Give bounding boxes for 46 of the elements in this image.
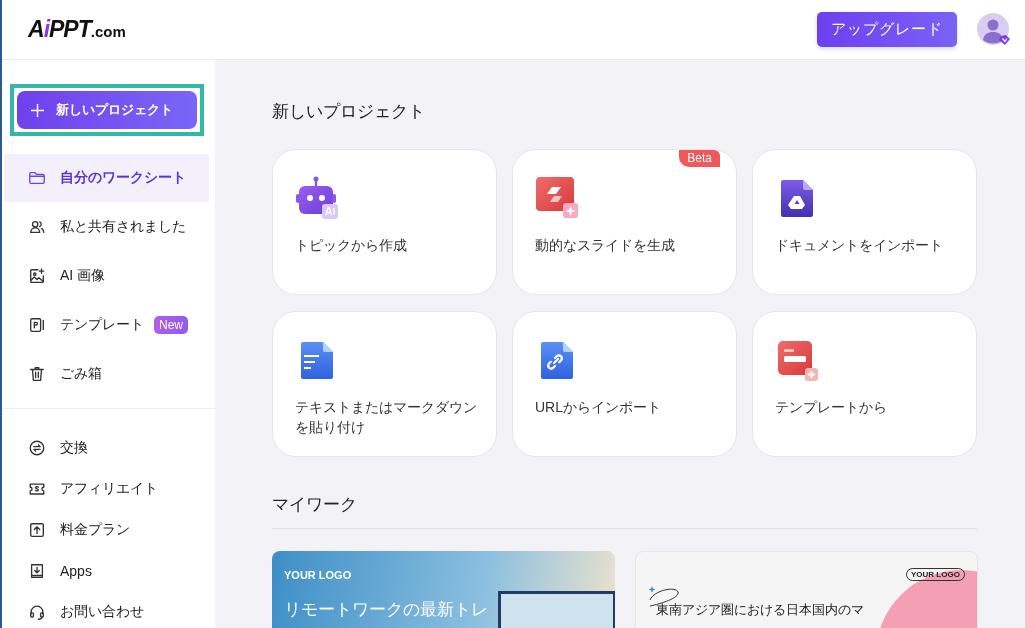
avatar-icon[interactable] [977,12,1011,47]
download-icon [28,561,46,580]
project-option-card[interactable]: テンプレートから [752,311,977,457]
slide-title: 東南アジア圏における日本国内のマ [656,601,864,619]
section-title: 新しいプロジェクト [272,101,426,123]
sidebar-item[interactable]: テンプレート New [4,301,209,349]
sidebar-item[interactable]: AI 画像 [4,252,209,300]
project-option-card[interactable]: テキストまたはマークダウンを貼り付け [272,311,497,457]
template-icon [28,316,46,334]
exchange-icon [28,438,46,457]
card-label: テキストまたはマークダウンを貼り付け [295,398,478,437]
plus-icon [31,103,44,117]
upgrade-button[interactable]: アップグレード [817,12,957,47]
project-option-card[interactable]: ドキュメントをインポート [752,149,977,295]
sidebar-item[interactable]: 料金プラン [4,509,209,550]
upload-icon [28,520,46,539]
sidebar-item[interactable]: 交換 [4,427,209,468]
card-label: トピックから作成 [295,236,408,255]
sidebar-item[interactable]: Apps [4,550,209,591]
new-project-button[interactable]: 新しいプロジェクト [17,91,197,129]
slide-title: リモートワークの最新トレ [284,598,489,621]
sidebar-item[interactable]: アフィリエイト [4,468,209,509]
card-label: 動的なスライドを生成 [535,236,676,255]
sidebar-item[interactable]: 私と共有されました [4,203,209,251]
folder-icon [28,169,46,187]
new-badge: New [154,316,188,334]
users-icon [28,218,46,236]
project-option-card[interactable]: 動的なスライドを生成 Beta [512,149,737,295]
project-option-card[interactable]: トピックから作成 [272,149,497,295]
card-label: URLからインポート [535,398,662,417]
section-title: マイワーク [272,494,358,516]
card-label: ドキュメントをインポート [775,236,944,255]
image-icon [28,267,46,285]
card-label: テンプレートから [775,398,888,417]
sidebar-item[interactable]: お問い合わせ [4,591,209,628]
logo[interactable]: AiPPT.com [28,16,126,43]
project-option-card[interactable]: URLからインポート [512,311,737,457]
slide-thumbnail[interactable]: YOUR LOGO 東南アジア圏における日本国内のマ [635,551,978,628]
logo-text: YOUR LOGO [284,569,352,581]
beta-badge: Beta [679,150,720,167]
sidebar-item[interactable]: ごみ箱 [4,350,209,398]
robot-icon [295,176,339,220]
trash-icon [28,365,46,383]
slides-icon [535,176,579,220]
template-add-icon [775,338,819,382]
sidebar-item[interactable]: 自分のワークシート [4,154,209,202]
